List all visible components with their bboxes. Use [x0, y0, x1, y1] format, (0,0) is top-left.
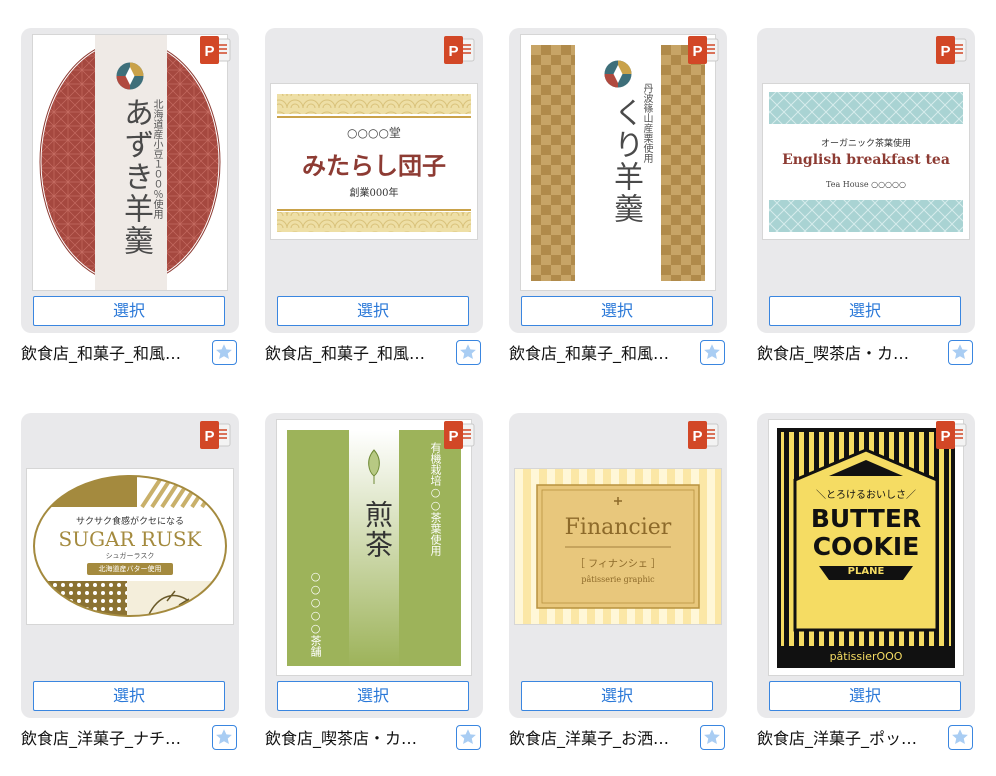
star-icon: [216, 729, 232, 745]
star-icon: [460, 729, 476, 745]
label-sub-text: 創業000年: [349, 188, 399, 199]
template-thumbnail[interactable]: Financier ［ フィナンシェ ］ pâtisserie graphic: [515, 469, 721, 624]
select-button[interactable]: 選択: [521, 296, 713, 326]
label-top-text: オーガニック茶葉使用: [820, 139, 911, 149]
label-sub-text: 丹波篠山産栗使用: [641, 83, 652, 163]
label-financier: [515, 469, 721, 624]
label-top-text: サクサク食感がクセになる: [75, 517, 184, 527]
template-title: 飲食店_洋菓子_ナチ…: [21, 729, 182, 748]
template-thumbnail[interactable]: あずき羊羹 北海道産小豆１００％使用: [33, 35, 227, 290]
label-main-text: SUGAR RUSK: [58, 527, 202, 551]
label-main-text: みたらし団子: [302, 151, 446, 180]
select-button[interactable]: 選択: [277, 296, 469, 326]
favorite-star-button[interactable]: [948, 340, 973, 365]
powerpoint-icon: [935, 35, 967, 65]
favorite-star-button[interactable]: [456, 725, 481, 750]
favorite-star-button[interactable]: [948, 725, 973, 750]
template-title: 飲食店_和菓子_和風…: [21, 344, 182, 363]
label-main-text: 煎茶: [361, 500, 394, 560]
label-sub-text: Tea House ○○○○○: [826, 180, 906, 189]
template-title: 飲食店_和菓子_和風…: [509, 344, 670, 363]
label-shop-text: ○○○○○茶舗: [309, 570, 322, 657]
star-icon: [952, 344, 968, 360]
template-thumbnail[interactable]: ○○○○堂 みたらし団子 創業000年: [271, 84, 477, 239]
template-title: 飲食店_喫茶店・カ…: [265, 729, 418, 748]
star-icon: [216, 344, 232, 360]
star-icon: [704, 729, 720, 745]
label-sub-text: 有機栽培○○茶葉使用: [429, 442, 442, 556]
template-title: 飲食店_洋菓子_お洒…: [509, 729, 670, 748]
powerpoint-icon: [443, 35, 475, 65]
select-button[interactable]: 選択: [33, 296, 225, 326]
star-icon: [704, 344, 720, 360]
label-main-text: English breakfast tea: [782, 152, 950, 168]
favorite-star-button[interactable]: [700, 725, 725, 750]
powerpoint-icon: [687, 420, 719, 450]
label-ribbon-text: PLANE: [847, 566, 885, 577]
label-sub-text: ［ フィナンシェ ］: [574, 559, 662, 570]
label-sub-text: シュガーラスク: [105, 552, 155, 560]
powerpoint-icon: [443, 420, 475, 450]
select-button[interactable]: 選択: [33, 681, 225, 711]
label-footer-text: pâtissierOOO: [829, 650, 903, 663]
favorite-star-button[interactable]: [456, 340, 481, 365]
label-main-text: Financier: [564, 515, 672, 540]
label-top-text: ○○○○堂: [347, 126, 401, 140]
favorite-star-button[interactable]: [212, 725, 237, 750]
template-thumbnail[interactable]: ＼とろけるおいしさ／ BUTTER COOKIE PLANE pâtissier…: [769, 420, 963, 675]
powerpoint-icon: [199, 35, 231, 65]
template-thumbnail[interactable]: 煎茶 有機栽培○○茶葉使用 ○○○○○茶舗: [277, 420, 471, 675]
favorite-star-button[interactable]: [212, 340, 237, 365]
label-top-text: ＼とろけるおいしさ／: [816, 490, 916, 501]
label-main-text: BUTTER: [810, 504, 922, 533]
powerpoint-icon: [687, 35, 719, 65]
select-button[interactable]: 選択: [769, 296, 961, 326]
template-title: 飲食店_喫茶店・カ…: [757, 344, 910, 363]
label-note-text: 北海道産バター使用: [98, 565, 162, 573]
favorite-star-button[interactable]: [700, 340, 725, 365]
template-thumbnail[interactable]: くり羊羹 丹波篠山産栗使用: [521, 35, 715, 290]
star-icon: [952, 729, 968, 745]
star-icon: [460, 344, 476, 360]
template-thumbnail[interactable]: オーガニック茶葉使用 English breakfast tea Tea Hou…: [763, 84, 969, 239]
select-button[interactable]: 選択: [277, 681, 469, 711]
select-button[interactable]: 選択: [769, 681, 961, 711]
select-button[interactable]: 選択: [521, 681, 713, 711]
label-brand-text: pâtisserie graphic: [581, 575, 655, 584]
powerpoint-icon: [199, 420, 231, 450]
template-title: 飲食店_洋菓子_ポッ…: [757, 729, 918, 748]
label-sub-text: 北海道産小豆１００％使用: [151, 99, 162, 219]
label-main-text-2: COOKIE: [812, 532, 920, 561]
template-thumbnail[interactable]: サクサク食感がクセになる SUGAR RUSK シュガーラスク 北海道産バター使…: [27, 469, 233, 624]
template-title: 飲食店_和菓子_和風…: [265, 344, 426, 363]
powerpoint-icon: [935, 420, 967, 450]
